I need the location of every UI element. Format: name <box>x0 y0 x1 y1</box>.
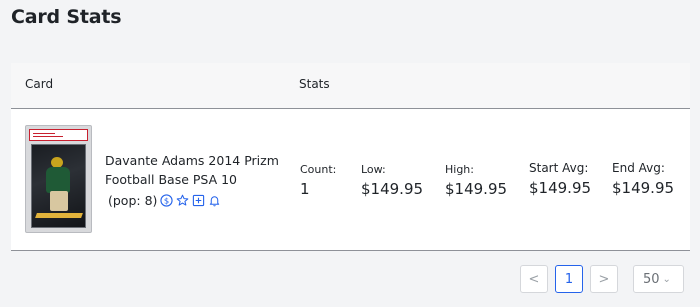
stat-high-label: High: <box>445 163 474 176</box>
stat-high: High: $149.95 <box>445 163 507 198</box>
stat-count-value: 1 <box>300 180 310 198</box>
svg-text:$: $ <box>164 195 169 205</box>
grading-label <box>29 129 88 141</box>
column-header-stats: Stats <box>299 77 330 91</box>
stat-high-value: $149.95 <box>445 180 508 198</box>
stat-start-avg-value: $149.95 <box>529 179 592 197</box>
card-title-line-1[interactable]: Davante Adams 2014 Prizm <box>105 153 279 168</box>
card-title-line-2[interactable]: Football Base PSA 10 <box>105 172 237 187</box>
stat-end-avg: End Avg: $149.95 <box>612 161 674 197</box>
table-header: Card Stats <box>11 63 690 109</box>
pagination-page-1[interactable]: 1 <box>555 265 583 293</box>
pagination-next-button[interactable]: > <box>590 265 618 293</box>
page-title: Card Stats <box>11 6 122 28</box>
per-page-value: 50 <box>643 271 660 287</box>
stat-count-label: Count: <box>300 163 337 176</box>
table-row: Davante Adams 2014 Prizm Football Base P… <box>11 109 690 250</box>
stat-count: Count: 1 <box>300 163 336 198</box>
dollar-circle-icon[interactable]: $ <box>160 193 174 207</box>
stat-low-label: Low: <box>361 163 386 176</box>
pagination-prev-button[interactable]: < <box>520 265 548 293</box>
stat-low: Low: $149.95 <box>361 163 423 198</box>
star-icon[interactable] <box>176 194 189 207</box>
row-divider <box>11 250 690 251</box>
pop-count: (pop: 8) <box>108 192 158 208</box>
plus-square-icon[interactable] <box>192 194 205 207</box>
stat-start-avg-label: Start Avg: <box>529 161 589 175</box>
stat-end-avg-label: End Avg: <box>612 161 665 175</box>
card-stats-table: Card Stats Davante Adams 2014 Prizm Foot… <box>11 63 690 251</box>
stat-start-avg: Start Avg: $149.95 <box>529 161 591 197</box>
per-page-select[interactable]: 50 ⌄ <box>633 265 684 293</box>
card-artwork <box>31 144 86 228</box>
column-header-card: Card <box>25 77 54 91</box>
chevron-down-icon: ⌄ <box>662 273 671 285</box>
card-actions: (pop: 8) $ <box>108 191 221 209</box>
stat-low-value: $149.95 <box>361 180 424 198</box>
bell-icon[interactable] <box>208 194 221 207</box>
card-image[interactable] <box>25 125 92 233</box>
stat-end-avg-value: $149.95 <box>612 179 675 197</box>
